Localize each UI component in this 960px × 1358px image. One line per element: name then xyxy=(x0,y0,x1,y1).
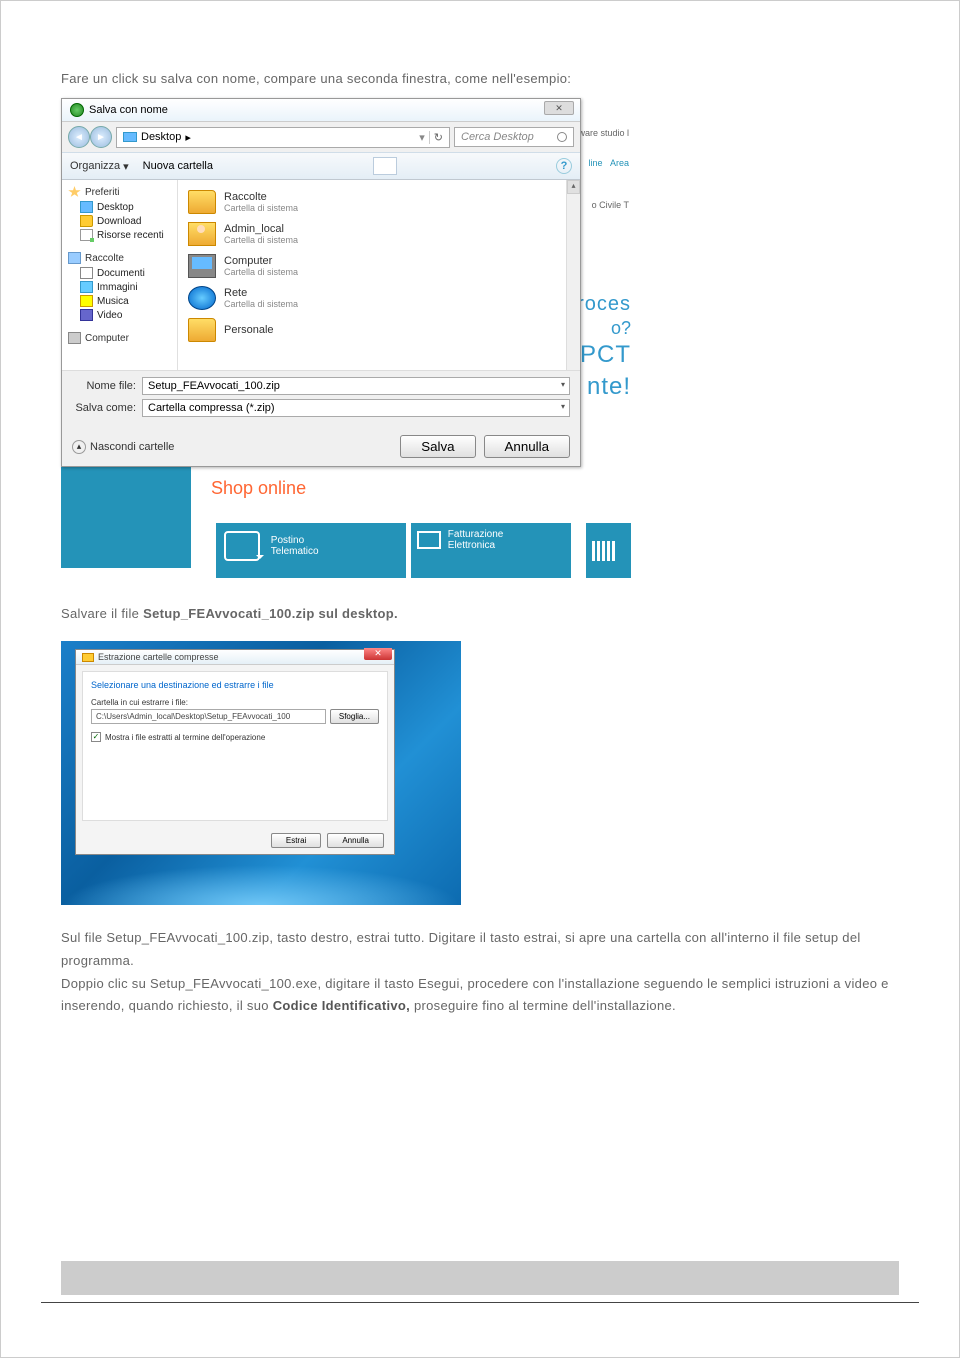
view-button[interactable] xyxy=(373,157,397,175)
close-button[interactable]: ✕ xyxy=(364,648,392,660)
screenshot-extract-dialog: Estrazione cartelle compresse ✕ Selezion… xyxy=(61,641,461,905)
instructions-text: Sul file Setup_FEAvvocati_100.zip, tasto… xyxy=(61,927,899,1018)
search-icon xyxy=(557,132,567,142)
library-icon xyxy=(68,252,81,264)
bg-text: o Civile T xyxy=(592,200,629,210)
scroll-up-icon[interactable]: ▴ xyxy=(567,180,580,194)
close-button[interactable]: ✕ xyxy=(544,101,574,115)
search-input[interactable]: Cerca Desktop xyxy=(454,127,574,147)
tile-fatturazione: FatturazioneElettronica xyxy=(411,523,571,578)
tree-item[interactable]: Video xyxy=(62,308,177,322)
globe-icon xyxy=(70,103,84,117)
download-icon xyxy=(80,215,93,227)
tree-item[interactable]: Desktop xyxy=(62,200,177,214)
nav-back-button[interactable]: ◄ xyxy=(68,126,90,148)
recent-icon xyxy=(80,229,93,241)
list-item[interactable]: Personale xyxy=(178,314,580,346)
desktop-icon xyxy=(80,201,93,213)
new-folder-button[interactable]: Nuova cartella xyxy=(143,160,213,172)
tile-barcode xyxy=(586,523,631,578)
saveas-label: Salva come: xyxy=(72,402,136,414)
tree-item[interactable]: Download xyxy=(62,214,177,228)
bg-text: nte! xyxy=(587,373,631,401)
help-button[interactable]: ? xyxy=(556,158,572,174)
list-item[interactable]: Admin_localCartella di sistema xyxy=(178,218,580,250)
dropdown-icon[interactable]: ▾ xyxy=(561,380,565,389)
screenshot-save-dialog: tware studio l line Area o Civile T Proc… xyxy=(61,98,631,578)
network-icon xyxy=(188,286,216,310)
tile-postino: PostinoTelematico xyxy=(216,523,406,578)
dialog-title: Salva con nome xyxy=(89,104,168,116)
folder-icon xyxy=(188,318,216,342)
folder-icon xyxy=(188,190,216,214)
cancel-button[interactable]: Annulla xyxy=(327,833,384,848)
nav-forward-button[interactable]: ► xyxy=(90,126,112,148)
save-button[interactable]: Salva xyxy=(400,435,475,458)
list-item[interactable]: ComputerCartella di sistema xyxy=(178,250,580,282)
hide-folders-toggle[interactable]: ▴ Nascondi cartelle xyxy=(72,440,174,454)
save-as-dialog: Salva con nome ✕ ◄ ► Desktop ▸ ▾ ↻ Cerca… xyxy=(61,98,581,467)
filename-input[interactable]: Setup_FEAvvocati_100.zip▾ xyxy=(142,377,570,395)
bg-text: PCT xyxy=(580,341,631,369)
bg-text: line Area xyxy=(588,158,629,168)
dialog-titlebar[interactable]: Estrazione cartelle compresse ✕ xyxy=(76,650,394,665)
browse-button[interactable]: Sfoglia... xyxy=(330,709,379,724)
checkbox-icon: ✓ xyxy=(91,732,101,742)
dest-label: Cartella in cui estrarre i file: xyxy=(91,698,379,707)
filetype-input[interactable]: Cartella compressa (*.zip)▾ xyxy=(142,399,570,417)
navigation-tree[interactable]: Preferiti Desktop Download Risorse recen… xyxy=(62,180,178,370)
list-item[interactable]: ReteCartella di sistema xyxy=(178,282,580,314)
user-folder-icon xyxy=(188,222,216,246)
filename-label: Nome file: xyxy=(72,380,136,392)
bg-text: tware studio l xyxy=(576,128,629,138)
video-icon xyxy=(80,309,93,321)
show-files-checkbox[interactable]: ✓ Mostra i file estratti al termine dell… xyxy=(91,732,379,742)
star-icon xyxy=(68,186,81,198)
bg-text: o? xyxy=(611,318,631,339)
tree-item[interactable]: Immagini xyxy=(62,280,177,294)
tree-item[interactable]: Musica xyxy=(62,294,177,308)
xml-icon xyxy=(417,531,441,549)
extract-dialog: Estrazione cartelle compresse ✕ Selezion… xyxy=(75,649,395,855)
dropdown-icon[interactable]: ▾ xyxy=(561,402,565,411)
tree-item[interactable]: Risorse recenti xyxy=(62,228,177,242)
chevron-up-icon: ▴ xyxy=(72,440,86,454)
barcode-icon xyxy=(586,523,631,579)
organize-button[interactable]: Organizza▾ xyxy=(70,160,129,173)
image-icon xyxy=(80,281,93,293)
refresh-icon[interactable]: ↻ xyxy=(429,131,443,144)
computer-icon xyxy=(188,254,216,278)
path-breadcrumb[interactable]: Desktop ▸ ▾ ↻ xyxy=(116,127,450,148)
computer-icon xyxy=(68,332,81,344)
footer-bar xyxy=(61,1261,899,1295)
document-icon xyxy=(80,267,93,279)
footer-rule xyxy=(41,1301,919,1303)
mid-text: Salvare il file Setup_FEAvvocati_100.zip… xyxy=(61,606,899,621)
file-list[interactable]: RaccolteCartella di sistema Admin_localC… xyxy=(178,180,580,370)
extract-heading: Selezionare una destinazione ed estrarre… xyxy=(91,680,379,690)
folder-icon xyxy=(82,653,94,662)
list-item[interactable]: RaccolteCartella di sistema xyxy=(178,186,580,218)
scrollbar[interactable]: ▴ xyxy=(566,180,580,370)
dialog-titlebar[interactable]: Salva con nome ✕ xyxy=(62,99,580,122)
envelope-icon xyxy=(224,531,260,561)
tree-item[interactable]: Documenti xyxy=(62,266,177,280)
intro-text: Fare un click su salva con nome, compare… xyxy=(61,71,899,86)
music-icon xyxy=(80,295,93,307)
dest-path-input[interactable]: C:\Users\Admin_local\Desktop\Setup_FEAvv… xyxy=(91,709,326,724)
extract-button[interactable]: Estrai xyxy=(271,833,321,848)
cancel-button[interactable]: Annulla xyxy=(484,435,570,458)
desktop-icon xyxy=(123,132,137,142)
shop-online-heading: Shop online xyxy=(211,478,306,499)
